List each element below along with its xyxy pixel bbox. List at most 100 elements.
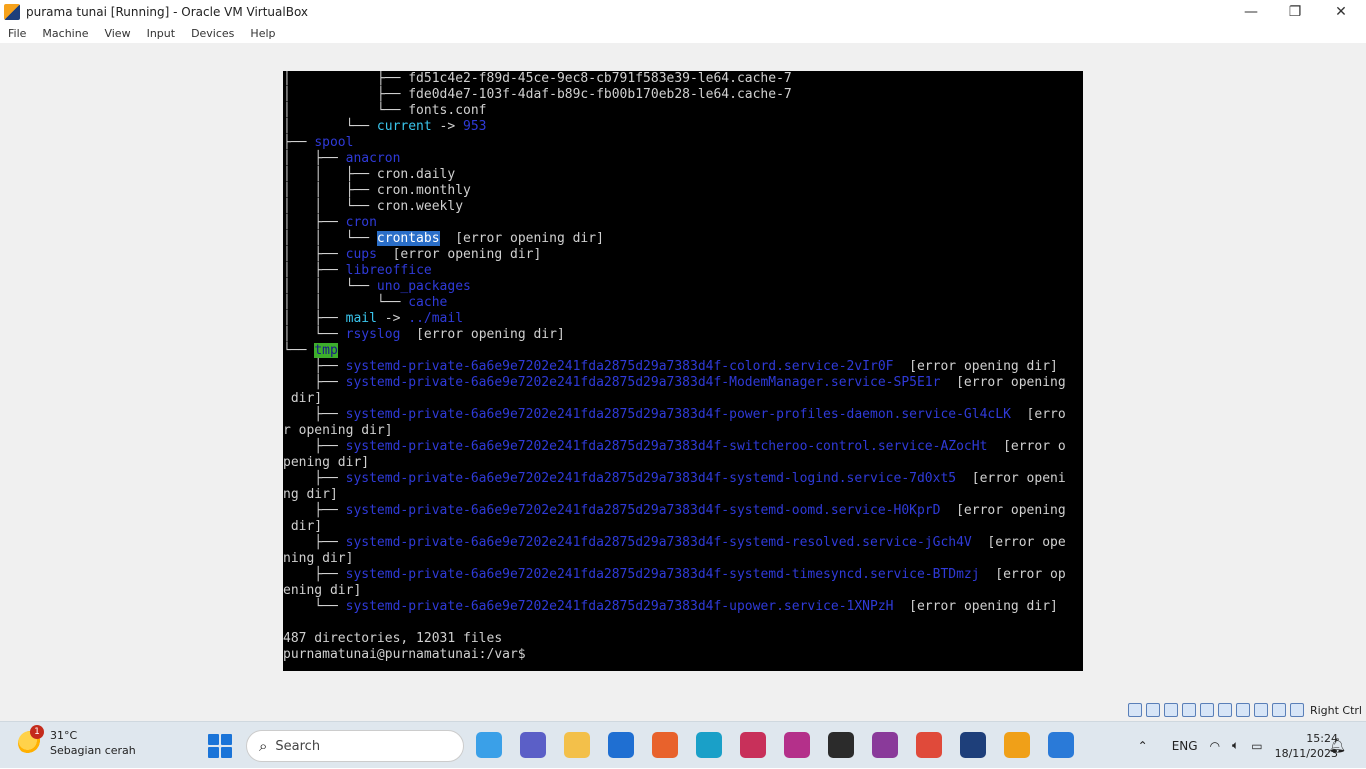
- terminal-line: │ ├── libreoffice: [283, 263, 1083, 279]
- menu-devices[interactable]: Devices: [183, 27, 242, 40]
- terminal-icon[interactable]: [828, 732, 854, 758]
- terminal-text: [error opening dir]: [376, 247, 542, 262]
- optical-icon[interactable]: [1145, 703, 1160, 717]
- network-icon[interactable]: [1181, 703, 1196, 717]
- terminal-line: ├── systemd-private-6a6e9e7202e241fda287…: [283, 471, 1083, 487]
- terminal-text: ening dir]: [283, 583, 362, 598]
- terminal-line: ├── systemd-private-6a6e9e7202e241fda287…: [283, 535, 1083, 551]
- terminal-line: │ └── fonts.conf: [283, 103, 1083, 119]
- minimize-button[interactable]: —: [1228, 0, 1274, 23]
- terminal-text: systemd-private-6a6e9e7202e241fda2875d29…: [345, 375, 941, 390]
- terminal-text: ├──: [283, 567, 346, 582]
- volume-icon[interactable]: 🔈︎: [1232, 738, 1239, 753]
- chrome-icon[interactable]: [916, 732, 942, 758]
- vscode-like-icon[interactable]: [608, 732, 634, 758]
- terminal-line: dir]: [283, 519, 1083, 535]
- terminal-line: ├── systemd-private-6a6e9e7202e241fda287…: [283, 359, 1083, 375]
- battery-icon[interactable]: ▭: [1251, 739, 1262, 753]
- terminal-line: │ │ ├── cron.monthly: [283, 183, 1083, 199]
- notification-bell-icon[interactable]: 🔔︎: [1328, 738, 1346, 754]
- virtualbox-icon[interactable]: [960, 732, 986, 758]
- terminal-text: [error ope: [971, 535, 1066, 550]
- close-button[interactable]: ✕: [1318, 0, 1364, 23]
- menu-machine[interactable]: Machine: [34, 27, 96, 40]
- copilot-icon[interactable]: [476, 732, 502, 758]
- terminal-line: ├── systemd-private-6a6e9e7202e241fda287…: [283, 407, 1083, 423]
- terminal-text: crontabs: [376, 231, 440, 246]
- terminal-text: ├──: [283, 503, 346, 518]
- file-explorer-icon[interactable]: [564, 732, 590, 758]
- terminal-text: cron.daily: [376, 167, 456, 182]
- start-button[interactable]: [208, 734, 232, 758]
- terminal-text: spool: [314, 135, 354, 150]
- terminal-line: └── tmp: [283, 343, 1083, 359]
- terminal-text: │ │ └──: [283, 295, 409, 310]
- terminal-text: [error opening: [940, 375, 1066, 390]
- winrar-icon[interactable]: [872, 732, 898, 758]
- terminal-text: dir]: [283, 519, 323, 534]
- wps-icon[interactable]: [784, 732, 810, 758]
- terminal-text: ng dir]: [283, 487, 338, 502]
- hdd-icon[interactable]: [1127, 703, 1142, 717]
- terminal-text: anacron: [345, 151, 401, 166]
- menu-input[interactable]: Input: [139, 27, 183, 40]
- terminal-text: │ └──: [283, 119, 377, 134]
- terminal-line: │ ├── anacron: [283, 151, 1083, 167]
- usb-icon[interactable]: [1199, 703, 1214, 717]
- taskbar-search[interactable]: ⌕ Search: [246, 730, 464, 762]
- terminal-line: │ │ ├── cron.daily: [283, 167, 1083, 183]
- virtualbox-app-icon: [4, 3, 20, 20]
- terminal-text: pening dir]: [283, 455, 370, 470]
- terminal-line: ning dir]: [283, 551, 1083, 567]
- menu-view[interactable]: View: [96, 27, 138, 40]
- terminal-text: systemd-private-6a6e9e7202e241fda2875d29…: [345, 599, 894, 614]
- terminal-text: ├──: [283, 375, 346, 390]
- vm-status-bar: Right Ctrl: [0, 699, 1366, 721]
- terminal-line: ├── systemd-private-6a6e9e7202e241fda287…: [283, 503, 1083, 519]
- menu-help[interactable]: Help: [242, 27, 283, 40]
- menu-file[interactable]: File: [0, 27, 34, 40]
- audio-icon[interactable]: [1163, 703, 1178, 717]
- mouse-icon[interactable]: [1271, 703, 1286, 717]
- terminal-line: ├── systemd-private-6a6e9e7202e241fda287…: [283, 375, 1083, 391]
- terminal-line: ├── spool: [283, 135, 1083, 151]
- display-icon[interactable]: [1235, 703, 1250, 717]
- terminal-text: ├──: [283, 407, 346, 422]
- shared-folder-icon[interactable]: [1217, 703, 1232, 717]
- terminal-screen[interactable]: │ ├── fd51c4e2-f89d-45ce-9ec8-cb791f583e…: [283, 71, 1083, 671]
- teams-icon[interactable]: [520, 732, 546, 758]
- weather-widget[interactable]: 1 31°C Sebagian cerah: [18, 725, 136, 758]
- recording-icon[interactable]: [1253, 703, 1268, 717]
- terminal-text: │ │ └──: [283, 279, 377, 294]
- terminal-text: [error opening dir]: [400, 327, 565, 342]
- terminal-text: [error opening dir]: [893, 359, 1058, 374]
- restore-button[interactable]: ❐: [1272, 0, 1318, 23]
- terminal-text: systemd-private-6a6e9e7202e241fda2875d29…: [345, 471, 957, 486]
- terminal-text: systemd-private-6a6e9e7202e241fda2875d29…: [345, 567, 980, 582]
- windows-logo-tile: [221, 747, 232, 758]
- show-hidden-icons-button[interactable]: ⌃: [1138, 739, 1148, 753]
- keyboard-icon[interactable]: [1289, 703, 1304, 717]
- terminal-line: dir]: [283, 391, 1083, 407]
- language-indicator[interactable]: ENG: [1172, 739, 1198, 753]
- terminal-text: tmp: [314, 343, 338, 358]
- terminal-text: systemd-private-6a6e9e7202e241fda2875d29…: [345, 359, 894, 374]
- terminal-text: systemd-private-6a6e9e7202e241fda2875d29…: [345, 503, 941, 518]
- terminal-line: r opening dir]: [283, 423, 1083, 439]
- wifi-icon[interactable]: ◠: [1210, 739, 1220, 753]
- snipping-tool-icon[interactable]: [740, 732, 766, 758]
- terminal-text: systemd-private-6a6e9e7202e241fda2875d29…: [345, 535, 972, 550]
- terminal-line: │ └── rsyslog [error opening dir]: [283, 327, 1083, 343]
- window-title: purama tunai [Running] - Oracle VM Virtu…: [26, 4, 309, 19]
- vm-app-icon[interactable]: [1004, 732, 1030, 758]
- terminal-text: │ │ ├──: [283, 183, 377, 198]
- notification-badge: 1: [30, 725, 44, 739]
- terminal-text: │ ├──: [283, 263, 346, 278]
- terminal-line: │ │ └── cron.weekly: [283, 199, 1083, 215]
- terminal-text: systemd-private-6a6e9e7202e241fda2875d29…: [345, 439, 988, 454]
- edge-icon[interactable]: [696, 732, 722, 758]
- firefox-icon[interactable]: [652, 732, 678, 758]
- terminal-text: [error op: [979, 567, 1066, 582]
- paint-icon[interactable]: [1048, 732, 1074, 758]
- search-label: Search: [275, 738, 321, 754]
